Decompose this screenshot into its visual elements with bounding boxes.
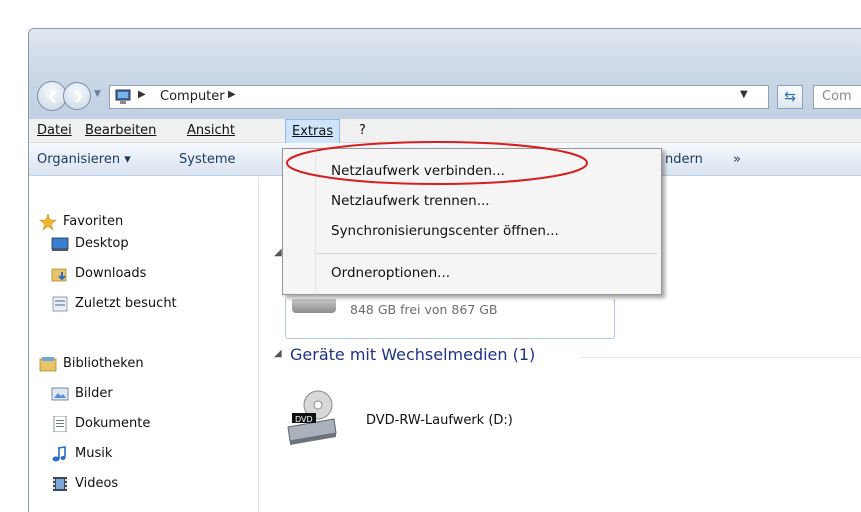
nav-recent-places-label: Zuletzt besucht bbox=[75, 296, 177, 311]
recent-pages-dropdown-icon[interactable]: ▼ bbox=[94, 89, 104, 99]
desktop-background-top bbox=[0, 0, 861, 30]
menu-item-open-sync-center[interactable]: Synchronisierungscenter öffnen... bbox=[331, 223, 559, 239]
breadcrumb-separator-icon[interactable]: ▶ bbox=[138, 89, 146, 100]
organize-button[interactable]: Organisieren ▾ bbox=[37, 152, 131, 167]
refresh-icon: ⇆ bbox=[784, 89, 796, 105]
menu-help-label: ? bbox=[359, 123, 366, 138]
menu-extras-label: Extras bbox=[292, 124, 334, 139]
change-program-button[interactable]: ndern bbox=[665, 152, 703, 167]
system-properties-button[interactable]: Systeme bbox=[179, 152, 235, 167]
nav-desktop-label: Desktop bbox=[75, 236, 129, 251]
drive-free-space: 848 GB frei von 867 GB bbox=[350, 302, 498, 317]
downloads-folder-icon bbox=[51, 268, 67, 282]
menu-help[interactable]: ? bbox=[359, 123, 366, 138]
breadcrumb-separator-icon[interactable]: ▶ bbox=[228, 89, 236, 100]
menu-bearbeiten[interactable]: Bearbeiten bbox=[85, 123, 156, 138]
search-placeholder: Com bbox=[822, 89, 852, 104]
menu-datei[interactable]: Datei bbox=[37, 123, 72, 138]
refresh-button[interactable]: ⇆ bbox=[777, 85, 803, 109]
menu-separator bbox=[317, 253, 657, 254]
dvd-badge-text: DVD bbox=[295, 415, 313, 424]
menu-bearbeiten-label: Bearbeiten bbox=[85, 123, 157, 138]
forward-button[interactable] bbox=[63, 82, 91, 110]
back-arrow-icon bbox=[48, 91, 56, 103]
dvd-drive-label[interactable]: DVD-RW-Laufwerk (D:) bbox=[366, 413, 513, 428]
local-disk-tile[interactable]: 848 GB frei von 867 GB bbox=[285, 299, 615, 339]
nav-music-label: Musik bbox=[75, 446, 113, 461]
nav-documents-label: Dokumente bbox=[75, 416, 151, 431]
group-divider bbox=[580, 357, 861, 358]
menu-ansicht-label: Ansicht bbox=[187, 123, 236, 138]
menu-datei-label: Datei bbox=[37, 123, 72, 138]
nav-favorites-label: Favoriten bbox=[63, 214, 124, 229]
pictures-library-icon bbox=[51, 387, 69, 401]
nav-libraries-label: Bibliotheken bbox=[63, 356, 144, 371]
forward-arrow-icon bbox=[75, 91, 83, 103]
recent-places-icon bbox=[52, 296, 68, 312]
hard-disk-icon bbox=[292, 299, 336, 313]
nav-pictures-label: Bilder bbox=[75, 386, 113, 401]
annotation-ellipse bbox=[286, 141, 588, 185]
address-bar[interactable]: ▶ Computer ▶ ▼ bbox=[109, 85, 769, 109]
navigation-pane: Favoriten Desktop Downloads Zuletzt besu… bbox=[29, 177, 259, 512]
address-dropdown-icon[interactable]: ▼ bbox=[740, 89, 748, 100]
more-commands-button[interactable]: » bbox=[733, 152, 741, 167]
desktop-background-left bbox=[0, 0, 30, 512]
removable-media-group-header[interactable]: Geräte mit Wechselmedien (1) bbox=[290, 345, 535, 364]
computer-icon bbox=[115, 89, 131, 104]
group-collapse-icon[interactable]: ◢ bbox=[274, 247, 282, 258]
group-collapse-icon[interactable]: ◢ bbox=[274, 348, 282, 359]
menu-ansicht[interactable]: Ansicht bbox=[187, 123, 235, 138]
nav-downloads-label: Downloads bbox=[75, 266, 147, 281]
desktop-icon bbox=[51, 237, 69, 251]
breadcrumb-computer[interactable]: Computer bbox=[160, 89, 225, 104]
videos-library-icon bbox=[53, 477, 67, 491]
music-library-icon bbox=[52, 446, 66, 462]
libraries-icon bbox=[39, 357, 57, 372]
menu-item-disconnect-network-drive[interactable]: Netzlaufwerk trennen... bbox=[331, 193, 490, 209]
search-input[interactable]: Com bbox=[813, 85, 861, 109]
menu-item-folder-options[interactable]: Ordneroptionen... bbox=[331, 265, 450, 281]
star-icon bbox=[39, 214, 57, 230]
documents-library-icon bbox=[53, 416, 67, 432]
nav-videos-label: Videos bbox=[75, 476, 119, 491]
